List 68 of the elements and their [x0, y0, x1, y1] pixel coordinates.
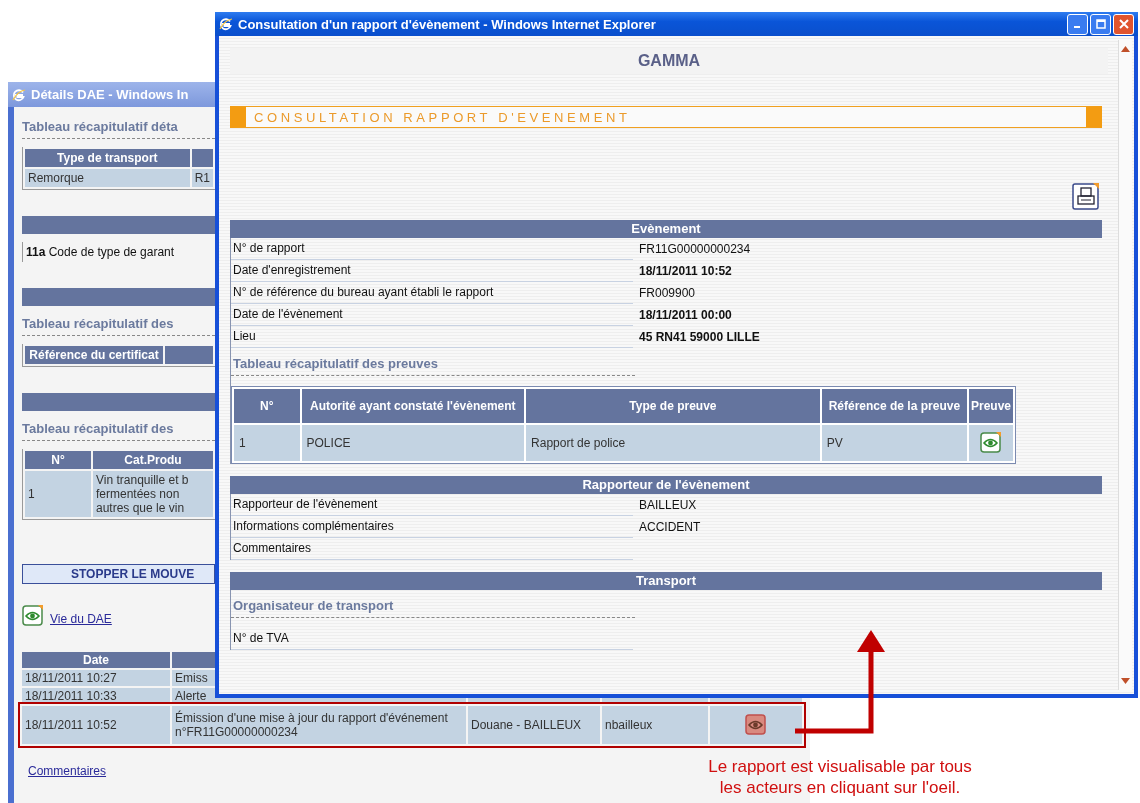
history-link[interactable]: Vie du DAE — [50, 612, 112, 626]
field-value: ACCIDENT — [638, 520, 701, 534]
field-label: Date de l'évènement — [231, 304, 633, 326]
maximize-icon[interactable] — [1095, 19, 1106, 29]
field-label: Informations complémentaires — [231, 516, 633, 538]
eye-icon[interactable] — [745, 712, 767, 735]
field-value: FR009900 — [638, 286, 696, 300]
maximize-button[interactable] — [1090, 13, 1111, 35]
table-cell: R1 — [191, 169, 213, 187]
field-label: Rapporteur de l'évènement — [231, 494, 633, 516]
field-value: BAILLEUX — [638, 498, 697, 512]
table-cell: Émission d'une mise à jour du rapport d'événement n°FR11G00000000234 — [172, 706, 466, 744]
column-header: N° — [25, 451, 91, 469]
field-label: Lieu — [231, 326, 633, 348]
column-header: Référence de la preuve — [821, 389, 967, 423]
field-value: 45 RN41 59000 LILLE — [638, 330, 760, 344]
section-heading: Organisateur de transport — [231, 590, 635, 618]
browser-icon — [219, 17, 233, 31]
print-icon[interactable] — [1072, 182, 1100, 210]
section-heading: Tableau récapitulatif des preuves — [231, 348, 635, 376]
field-value: 18/11/2011 00:00 — [638, 308, 732, 322]
column-header: Cat.Produ — [93, 451, 213, 469]
table-cell: Remorque — [25, 169, 190, 187]
table-cell: nbailleux — [602, 706, 708, 744]
column-header: Référence du certificat — [25, 346, 163, 364]
column-header-cell — [165, 346, 213, 364]
column-header: Type de transport — [25, 149, 190, 167]
stop-button[interactable]: STOPPER LE MOUVE — [22, 564, 215, 584]
column-header: Autorité ayant constaté l'évènement — [301, 389, 525, 423]
column-header: N° — [234, 389, 300, 423]
section-header: Evènement — [230, 220, 1102, 238]
eye-icon[interactable] — [980, 430, 1002, 453]
scroll-up-icon[interactable] — [1121, 46, 1130, 52]
close-button[interactable] — [1113, 13, 1134, 35]
column-header: Date — [22, 652, 170, 668]
browser-icon — [12, 87, 26, 102]
close-icon[interactable] — [1118, 19, 1129, 29]
table-cell: Rapport de police — [526, 425, 820, 461]
field-label: N° de TVA — [231, 628, 633, 650]
section-header: Rapporteur de l'évènement — [230, 476, 1102, 494]
minimize-button[interactable] — [1067, 13, 1088, 35]
column-header: Preuve — [968, 389, 1013, 423]
field-label: N° de rapport — [231, 238, 633, 260]
field-value: FR11G00000000234 — [638, 242, 751, 256]
table-cell: 18/11/2011 10:52 — [22, 706, 170, 744]
field-value: 18/11/2011 10:52 — [638, 264, 732, 278]
table-cell: Vin tranquille et b fermentées non autres que le vin — [93, 471, 213, 517]
column-header: Type de preuve — [526, 389, 820, 423]
table-cell: POLICE — [301, 425, 525, 461]
table-cell: 1 — [234, 425, 300, 461]
comments-link[interactable]: Commentaires — [28, 764, 107, 778]
table-cell: 18/11/2011 10:27 — [22, 670, 170, 686]
annotation-text: Le rapport est visualisable par tous les acteurs en cliquant sur l'oeil. — [707, 756, 973, 798]
eye-icon[interactable] — [22, 604, 44, 626]
window-title: Consultation d'un rapport d'évènement - Windows Internet Explorer — [238, 16, 656, 32]
column-header-cell — [191, 149, 213, 167]
field-label: Date d'enregistrement — [231, 260, 633, 282]
page-title: CONSULTATION RAPPORT D'EVENEMENT — [254, 109, 631, 125]
table-cell: 1 — [25, 471, 91, 517]
section-header: Transport — [230, 572, 1102, 590]
field-label: N° de référence du bureau ayant établi le rapport — [231, 282, 633, 304]
table-cell: PV — [821, 425, 967, 461]
window-title: Détails DAE - Windows In — [31, 87, 189, 102]
table-cell: Douane - BAILLEUX — [468, 706, 600, 744]
scrollbar[interactable] — [1118, 40, 1132, 690]
scroll-down-icon[interactable] — [1121, 678, 1130, 684]
field-label: Commentaires — [231, 538, 633, 560]
app-name: GAMMA — [230, 48, 1108, 74]
